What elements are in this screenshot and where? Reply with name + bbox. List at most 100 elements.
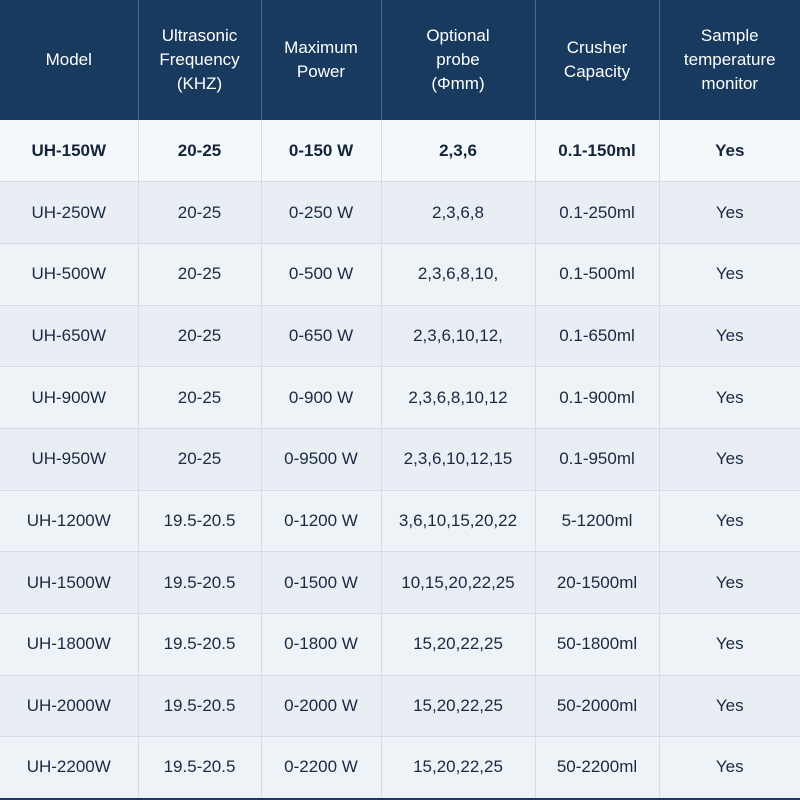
cell-model: UH-900W [0,366,139,429]
cell-frequency: 20-25 [138,181,262,244]
cell-temperature-monitor: Yes [659,736,800,800]
cell-capacity: 0.1-150ml [535,120,660,183]
cell-frequency: 20-25 [138,120,262,183]
cell-temperature-monitor: Yes [659,613,800,676]
table-row: UH-150W 20-25 0-150 W 2,3,6 0.1-150ml Yes [0,120,800,183]
header-line: (Φmm) [431,74,485,93]
header-line: monitor [701,74,759,93]
table-row: UH-1500W 19.5-20.5 0-1500 W 10,15,20,22,25 2… [0,551,800,614]
table-row: UH-950W 20-25 0-9500 W 2,3,6,10,12,15 0.1-95… [0,428,800,491]
cell-model: UH-1200W [0,490,139,553]
cell-temperature-monitor: Yes [659,551,800,614]
cell-probe: 3,6,10,15,20,22 [381,490,536,553]
cell-power: 0-650 W [261,305,382,368]
header-row: Model Ultrasonic Frequency (KHZ) Maximum… [0,0,800,120]
header-line: Capacity [563,62,631,81]
cell-model: UH-2200W [0,736,139,800]
cell-power: 0-9500 W [261,428,382,491]
cell-temperature-monitor: Yes [659,305,800,368]
table-row: UH-1800W 19.5-20.5 0-1800 W 15,20,22,25 50-1… [0,613,800,676]
cell-power: 0-1800 W [261,613,382,676]
table-row: UH-900W 20-25 0-900 W 2,3,6,8,10,12 0.1-900m… [0,366,800,429]
cell-power: 0-2000 W [261,675,382,738]
cell-temperature-monitor: Yes [659,366,800,429]
table-row: UH-650W 20-25 0-650 W 2,3,6,10,12, 0.1-650ml… [0,305,800,368]
cell-frequency: 19.5-20.5 [138,490,262,553]
header-optional-probe: Optional probe (Φmm) [381,0,536,120]
cell-capacity: 0.1-500ml [535,243,660,306]
table-body: UH-150W 20-25 0-150 W 2,3,6 0.1-150ml Yes UH-2… [0,120,800,800]
header-crusher-capacity: Crusher Capacity [535,0,660,120]
cell-power: 0-250 W [261,181,382,244]
cell-probe: 2,3,6,10,12, [381,305,536,368]
table-header: Model Ultrasonic Frequency (KHZ) Maximum… [0,0,800,120]
cell-model: UH-2000W [0,675,139,738]
cell-capacity: 0.1-650ml [535,305,660,368]
cell-probe: 15,20,22,25 [381,613,536,676]
cell-capacity: 50-1800ml [535,613,660,676]
header-line: Model [45,50,92,69]
cell-capacity: 50-2000ml [535,675,660,738]
cell-capacity: 0.1-900ml [535,366,660,429]
header-line: (KHZ) [176,74,223,93]
cell-frequency: 20-25 [138,366,262,429]
cell-capacity: 5-1200ml [535,490,660,553]
cell-model: UH-150W [0,120,139,183]
header-line: Power [296,62,346,81]
table-row: UH-2200W 19.5-20.5 0-2200 W 15,20,22,25 50-2… [0,736,800,800]
header-model: Model [0,0,139,120]
cell-capacity: 0.1-950ml [535,428,660,491]
header-maximum-power: Maximum Power [261,0,382,120]
header-ultrasonic-frequency: Ultrasonic Frequency (KHZ) [138,0,262,120]
cell-power: 0-900 W [261,366,382,429]
header-line: Maximum [284,38,358,57]
cell-temperature-monitor: Yes [659,120,800,183]
cell-probe: 2,3,6 [381,120,536,183]
cell-temperature-monitor: Yes [659,428,800,491]
cell-capacity: 50-2200ml [535,736,660,800]
cell-power: 0-1500 W [261,551,382,614]
cell-frequency: 19.5-20.5 [138,675,262,738]
spec-table: Model Ultrasonic Frequency (KHZ) Maximum… [0,0,800,800]
cell-capacity: 20-1500ml [535,551,660,614]
cell-model: UH-250W [0,181,139,244]
cell-model: UH-650W [0,305,139,368]
header-line: Crusher [566,38,628,57]
cell-power: 0-1200 W [261,490,382,553]
cell-probe: 2,3,6,8 [381,181,536,244]
cell-power: 0-2200 W [261,736,382,800]
cell-frequency: 19.5-20.5 [138,613,262,676]
header-line: Sample [700,26,759,45]
cell-temperature-monitor: Yes [659,181,800,244]
table-row: UH-2000W 19.5-20.5 0-2000 W 15,20,22,25 50-2… [0,675,800,738]
cell-frequency: 20-25 [138,428,262,491]
table-row: UH-250W 20-25 0-250 W 2,3,6,8 0.1-250ml Yes [0,181,800,244]
cell-model: UH-1800W [0,613,139,676]
header-line: Ultrasonic [161,26,238,45]
cell-capacity: 0.1-250ml [535,181,660,244]
header-line: Optional [426,26,490,45]
cell-power: 0-500 W [261,243,382,306]
table-row: UH-500W 20-25 0-500 W 2,3,6,8,10, 0.1-500ml Y… [0,243,800,306]
cell-probe: 2,3,6,8,10,12 [381,366,536,429]
cell-frequency: 19.5-20.5 [138,551,262,614]
cell-temperature-monitor: Yes [659,675,800,738]
cell-temperature-monitor: Yes [659,490,800,553]
cell-model: UH-950W [0,428,139,491]
cell-model: UH-500W [0,243,139,306]
header-line: temperature [683,50,776,69]
table-row: UH-1200W 19.5-20.5 0-1200 W 3,6,10,15,20,22… [0,490,800,553]
cell-probe: 15,20,22,25 [381,736,536,800]
cell-model: UH-1500W [0,551,139,614]
cell-temperature-monitor: Yes [659,243,800,306]
cell-probe: 15,20,22,25 [381,675,536,738]
header-sample-temperature-monitor: Sample temperature monitor [659,0,800,120]
header-line: Frequency [159,50,240,69]
cell-probe: 10,15,20,22,25 [381,551,536,614]
cell-frequency: 19.5-20.5 [138,736,262,800]
header-line: probe [436,50,480,69]
cell-power: 0-150 W [261,120,382,183]
cell-probe: 2,3,6,8,10, [381,243,536,306]
cell-probe: 2,3,6,10,12,15 [381,428,536,491]
cell-frequency: 20-25 [138,305,262,368]
